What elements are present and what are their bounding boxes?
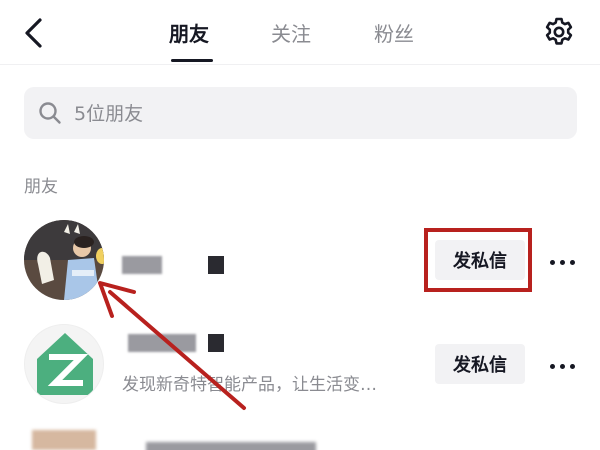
blurred-name [122, 256, 162, 274]
gear-icon[interactable] [543, 16, 575, 48]
tab-friends[interactable]: 朋友 [169, 18, 209, 47]
tab-bar: 朋友 关注 粉丝 [150, 0, 450, 64]
more-options-icon[interactable] [548, 252, 578, 272]
annotation-highlight-box [424, 228, 532, 292]
active-tab-indicator [171, 59, 213, 62]
blurred-name [146, 442, 316, 450]
blurred-name-fragment [208, 334, 224, 352]
more-options-icon[interactable] [548, 356, 578, 376]
blurred-name [128, 334, 196, 352]
avatar[interactable] [24, 324, 104, 404]
blurred-name-fragment [208, 256, 224, 274]
search-bar[interactable] [24, 87, 577, 141]
avatar[interactable] [24, 220, 104, 300]
back-chevron-icon[interactable] [18, 14, 52, 52]
friend-subtitle: 发现新奇特智能产品，让生活变… [122, 375, 377, 395]
search-icon [38, 101, 62, 125]
send-message-button[interactable]: 发私信 [435, 344, 525, 384]
top-bar: 朋友 关注 粉丝 [0, 0, 600, 65]
tab-following[interactable]: 关注 [271, 18, 311, 47]
section-title: 朋友 [24, 177, 58, 197]
friend-row[interactable]: 发现新奇特智能产品，让生活变… 发私信 [0, 312, 600, 416]
friend-row[interactable] [0, 416, 600, 450]
blurred-avatar [32, 430, 96, 450]
search-input[interactable] [72, 87, 556, 141]
tab-fans[interactable]: 粉丝 [374, 18, 414, 47]
